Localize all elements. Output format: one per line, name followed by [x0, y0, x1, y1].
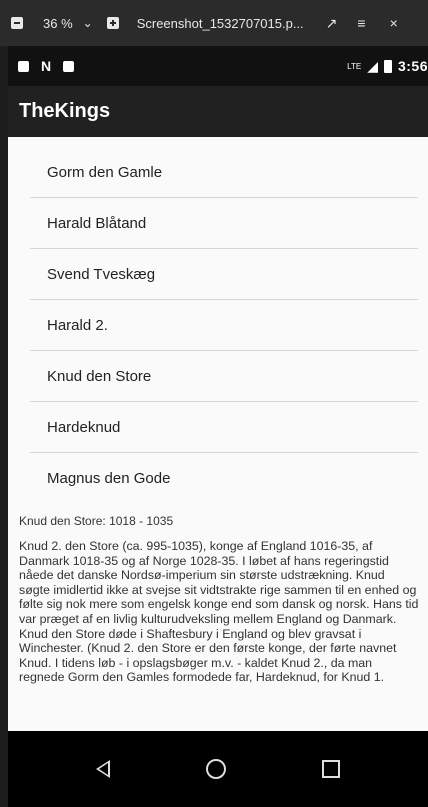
zoom-dropdown-icon[interactable]: ⌄ — [83, 16, 93, 30]
recent-apps-icon[interactable] — [322, 760, 340, 778]
list-item[interactable]: Knud den Store — [30, 351, 418, 402]
close-icon[interactable]: × — [390, 15, 398, 31]
kings-list[interactable]: Gorm den Gamle Harald Blåtand Svend Tves… — [30, 147, 418, 495]
list-item-label: Harald 2. — [47, 316, 108, 334]
clock: 3:56 — [397, 58, 428, 74]
list-item-label: Knud den Store — [47, 367, 152, 385]
list-item-label: Svend Tveskæg — [47, 265, 156, 283]
file-name: Screenshot_1532707015.p... — [136, 15, 304, 31]
zoom-out-button[interactable] — [11, 0, 23, 46]
list-item[interactable]: Gorm den Gamle — [30, 147, 418, 198]
list-item[interactable]: Hardeknud — [30, 402, 418, 453]
list-item-label: Magnus den Gode — [47, 469, 171, 487]
list-item-label: Hardeknud — [47, 418, 121, 436]
list-item[interactable]: Harald 2. — [30, 300, 418, 351]
status-bar: N LTE ◢ 3:56 — [8, 46, 428, 86]
zoom-level: 36 % — [43, 15, 73, 31]
back-icon[interactable] — [96, 760, 110, 778]
list-item[interactable]: Harald Blåtand — [30, 198, 418, 249]
navigation-bar — [8, 731, 428, 807]
image-viewer-toolbar: 36 % ⌄ Screenshot_1532707015.p... ↗ ≡ × — [0, 0, 428, 46]
minus-icon — [11, 17, 23, 29]
list-item[interactable]: Svend Tveskæg — [30, 249, 418, 300]
list-item[interactable]: Magnus den Gode — [30, 453, 418, 495]
app-bar: TheKings — [8, 86, 428, 137]
notification-icon — [63, 60, 75, 72]
menu-icon[interactable]: ≡ — [357, 15, 365, 31]
expand-icon[interactable]: ↗ — [326, 15, 338, 32]
list-item-label: Gorm den Gamle — [47, 163, 163, 181]
app-title: TheKings — [19, 100, 111, 122]
main-content: Gorm den Gamle Harald Blåtand Svend Tves… — [8, 137, 428, 731]
home-icon[interactable] — [206, 759, 226, 779]
battery-icon — [383, 59, 392, 73]
detail-body: Knud 2. den Store (ca. 995-1035), konge … — [19, 539, 419, 685]
zoom-in-button[interactable] — [106, 0, 119, 46]
plus-icon — [106, 17, 119, 29]
sim-icon — [18, 60, 29, 72]
signal-icon: ◢ — [367, 57, 378, 74]
lte-indicator: LTE — [347, 61, 362, 71]
phone-screen: N LTE ◢ 3:56 TheKings Gorm den Gamle Har… — [8, 46, 428, 807]
list-item-label: Harald Blåtand — [47, 214, 147, 232]
nfc-icon: N — [41, 58, 52, 74]
detail-title: Knud den Store: 1018 - 1035 — [19, 514, 174, 528]
